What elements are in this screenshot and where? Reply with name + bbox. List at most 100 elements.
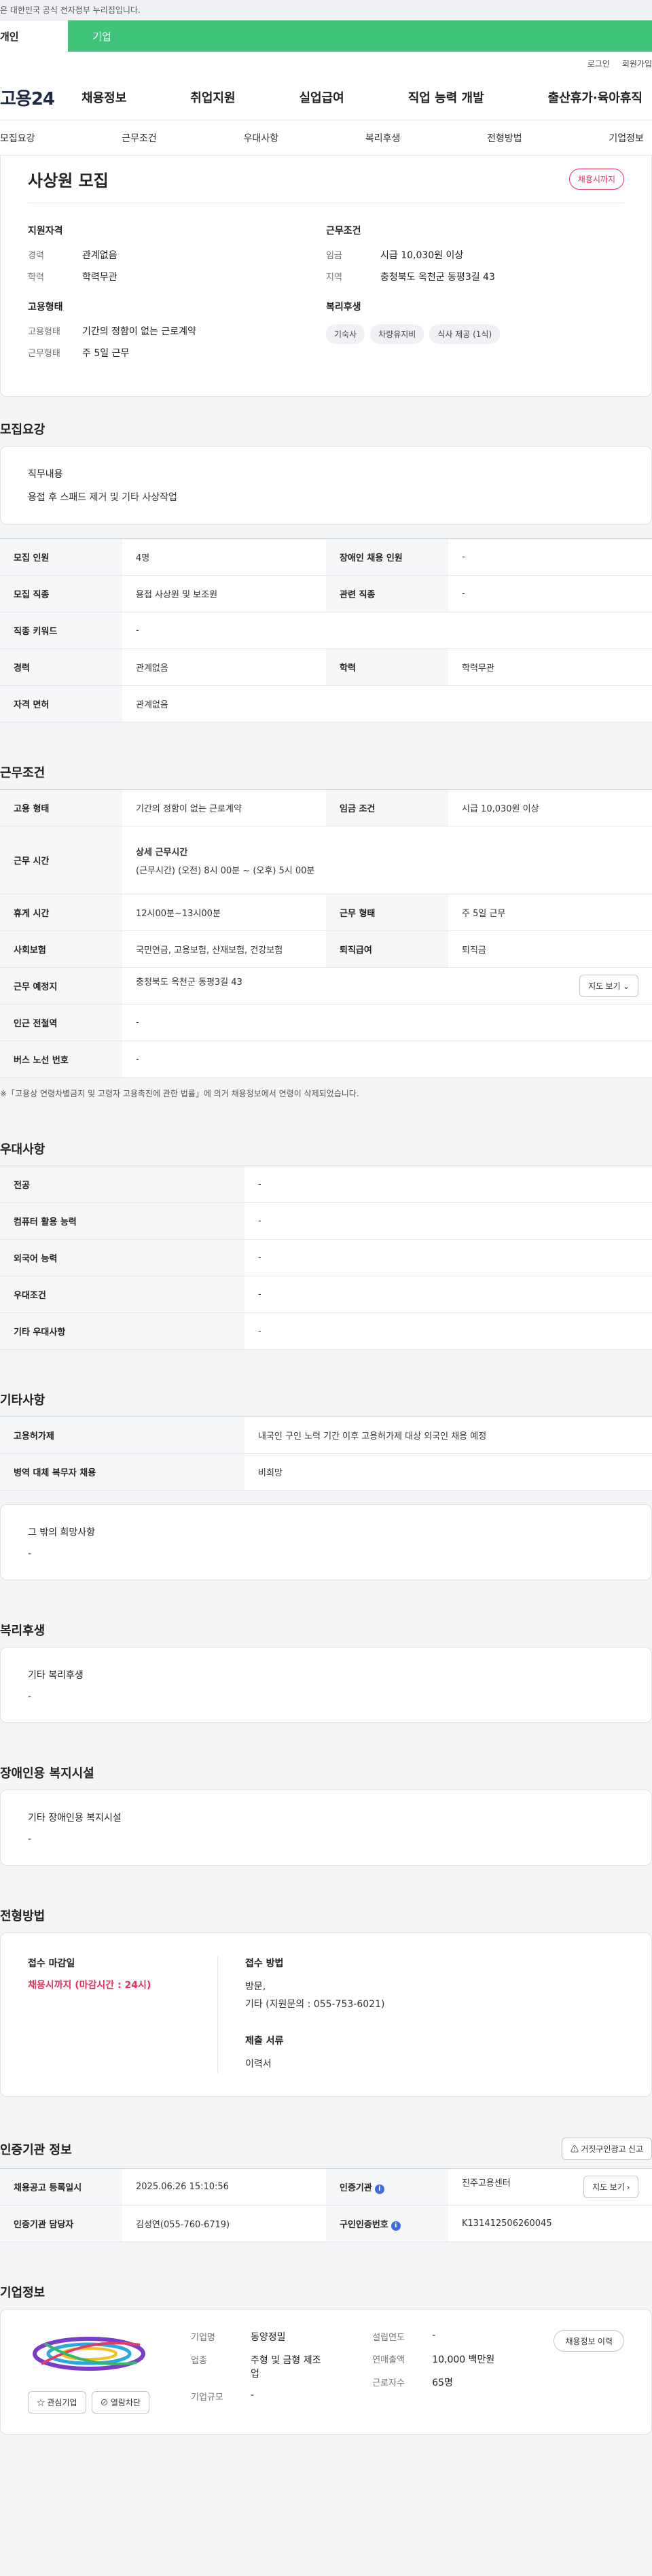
gnb-unemployment[interactable]: 실업급여 [300,88,344,106]
company-name-value: 동양정밀 [251,2332,286,2343]
site-logo[interactable]: 고용24 [0,85,82,110]
docs-label: 제출 서류 [245,2036,284,2047]
info-icon[interactable]: i [374,2184,384,2194]
cell-value: 상세 근무시간 (근무시간) (오전) 8시 00분 ~ (오후) 5시 00분 [122,826,652,894]
recruit-section-title: 모집요강 [0,423,46,437]
map-button-label: 지도 보기 [588,981,621,991]
duty-value: 용접 후 스패드 제거 및 기타 사상작업 [28,492,177,503]
work-time-sublabel: 상세 근무시간 [136,847,188,858]
cell-label: 임금 조건 [326,789,448,826]
cell-label: 버스 노선 번호 [0,1041,122,1078]
revenue-label: 연매출액 [372,2355,405,2365]
gnb-training[interactable]: 직업 능력 개발 [408,88,484,106]
cell-label: 모집 직종 [0,575,122,612]
job-title: 사상원 모집 [28,171,109,190]
company-section-title: 기업정보 [0,2286,46,2300]
cell-value: - [244,1166,652,1203]
gnb-jobs[interactable]: 채용정보 [82,88,126,106]
login-link[interactable]: 로그인 [587,58,610,69]
gnb-employment-support[interactable]: 취업지원 [190,88,235,106]
table-row: 컴퓨터 활용 능력 - [0,1202,652,1240]
company-size-value: - [251,2390,255,2401]
tab-business-label: 기업 [92,30,111,43]
welfare-card: 기타 복리후생 - [0,1647,652,1723]
table-row: 고용 형태 기간의 정함이 없는 근로계약 임금 조건 시급 10,030원 이… [0,789,652,826]
siren-icon: ⚠ [570,2144,579,2154]
signup-link[interactable]: 회원가입 [622,58,652,69]
duty-label: 직무내용 [28,469,63,480]
cell-label: 근무 시간 [0,826,122,894]
career-value: 관계없음 [82,250,117,261]
cell-value: 시급 10,030원 이상 [448,789,652,826]
table-row: 기타 우대사항 - [0,1312,652,1350]
table-row: 외국어 능력 - [0,1239,652,1276]
cell-value: - [122,1041,652,1078]
company-card: ☆ 관심기업 ⊘ 열람차단 기업명 동양정밀 업종 주형 및 금형 제조업 기업규모… [0,2309,652,2435]
method-value-1: 방문, [245,1981,266,1992]
employment-heading: 고용형태 [28,302,63,313]
facility-section-title: 장애인용 복지시설 [0,1766,94,1781]
cell-value: - [244,1202,652,1240]
age-notice: ※「고용상 연령차별금지 및 고령자 고용촉진에 관한 법률」에 의거 채용정보… [0,1089,359,1098]
report-fake-ad-button[interactable]: ⚠ 거짓구인광고 신고 [561,2138,652,2160]
table-row: 전공 - [0,1166,652,1203]
tab-business[interactable]: 기업 [68,20,136,52]
table-row: 모집 인원 4명 장애인 채용 인원 - [0,538,652,576]
wage-label: 임금 [326,251,342,261]
subnav-apply[interactable]: 전형방법 [487,131,522,145]
tab-personal[interactable]: 개인 [0,20,68,52]
cell-value: 국민연금, 고용보험, 산재보험, 건강보험 [122,930,326,968]
cell-label: 전공 [0,1166,244,1203]
staff-label: 근로자수 [372,2378,405,2388]
prefer-section-title: 우대사항 [0,1143,46,1157]
welfare-chip: 차량유지비 [370,324,424,344]
user-type-tabs: 개인 기업 [0,20,652,52]
welfare-chip: 기숙사 [326,324,365,344]
cell-label: 컴퓨터 활용 능력 [0,1202,244,1240]
cell-label: 경력 [0,648,122,686]
work-place-map-button[interactable]: 지도 보기 ⌄ [579,975,638,997]
table-row: 사회보험 국민연금, 고용보험, 산재보험, 건강보험 퇴직급여 퇴직금 [0,930,652,968]
table-row: 우대조건 - [0,1276,652,1313]
method-value-2: 기타 (지원문의 : 055-753-6021) [245,1999,385,2010]
cell-label: 인증기관 담당자 [0,2205,122,2242]
duty-card: 직무내용 용접 후 스패드 제거 및 기타 사상작업 [0,446,652,525]
cell-label: 인근 전철역 [0,1004,122,1041]
info-icon[interactable]: i [391,2221,401,2231]
cert-org-label: 인증기관 [340,2182,372,2193]
table-row: 근무 예정지 충청북도 옥천군 동평3길 43 지도 보기 ⌄ [0,967,652,1005]
work-place-value: 충청북도 옥천군 동평3길 43 [136,977,242,988]
subnav-company[interactable]: 기업정보 [609,131,644,145]
cert-org-map-button[interactable]: 지도 보기 › [583,2176,638,2198]
cell-label: 고용 형태 [0,789,122,826]
etc-table: 고용허가제 내국인 구인 노력 기간 이후 고용허가제 대상 외국인 채용 예정 … [0,1416,652,1491]
block-view-button[interactable]: ⊘ 열람차단 [91,2391,150,2414]
subnav-recruit[interactable]: 모집요강 [0,131,35,145]
qualification-heading: 지원자격 [28,226,63,237]
cell-value: - [244,1239,652,1276]
subnav-work[interactable]: 근무조건 [122,131,157,145]
docs-value: 이력서 [245,2059,272,2070]
cell-value: 2025.06.26 15:10:56 [122,2168,326,2206]
section-subnav: 모집요강 근무조건 우대사항 복리후생 전형방법 기업정보 [0,120,652,156]
employment-type-label: 고용형태 [28,327,60,337]
prefer-table: 전공 - 컴퓨터 활용 능력 - 외국어 능력 - 우대조건 - 기타 우대사항 - [0,1166,652,1350]
gnb-parental-leave[interactable]: 출산휴가·육아휴직 [548,88,642,106]
cell-value: - [122,1004,652,1041]
work-section-title: 근무조건 [0,766,46,780]
favorite-company-button[interactable]: ☆ 관심기업 [28,2391,86,2414]
job-history-button[interactable]: 채용정보 이력 [554,2330,625,2352]
revenue-value: 10,000 백만원 [432,2354,495,2365]
facility-value: - [28,1834,32,1845]
wage-value: 시급 10,030원 이상 [380,250,464,261]
table-row: 직종 키워드 - [0,612,652,649]
etc-section-title: 기타사항 [0,1393,46,1408]
cell-value: 12시00분~13시00분 [122,894,326,931]
subnav-prefer[interactable]: 우대사항 [244,131,279,145]
subnav-welfare[interactable]: 복리후생 [365,131,401,145]
other-wish-card: 그 밖의 희망사항 - [0,1504,652,1580]
block-icon: ⊘ [100,2398,109,2407]
cell-label: 구인인증번호 i [326,2205,448,2242]
other-wish-value: - [28,1548,32,1559]
table-row: 고용허가제 내국인 구인 노력 기간 이후 고용허가제 대상 외국인 채용 예정 [0,1416,652,1454]
